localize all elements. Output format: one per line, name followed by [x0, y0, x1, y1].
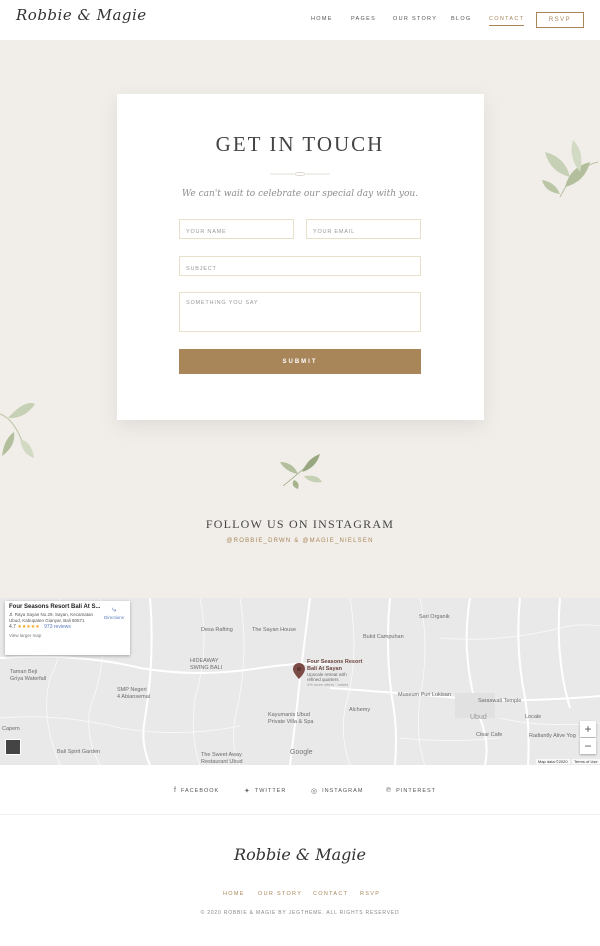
nav-pages[interactable]: PAGES	[351, 16, 376, 22]
map-label-hideaway-2: SWING BALI	[190, 665, 223, 671]
name-field[interactable]: YOUR NAME	[179, 219, 294, 239]
map-label-kayumanis-2: Private Villa & Spa	[268, 719, 314, 725]
map-label-bali-spirit: Bali Spirit Garden	[57, 749, 101, 755]
map-label-ubud: Ubud	[470, 714, 487, 721]
email-field[interactable]: YOUR EMAIL	[306, 219, 421, 239]
submit-button[interactable]: SUBMIT	[179, 349, 421, 374]
nav-our-story[interactable]: OUR STORY	[393, 16, 437, 22]
message-textarea[interactable]: SOMETHING YOU SAY	[179, 292, 421, 332]
map-satellite-toggle[interactable]	[5, 739, 21, 755]
map-label-capem: Capem	[2, 726, 20, 732]
pinterest-icon: ℗	[386, 787, 393, 794]
subject-field[interactable]: SUBJECT	[179, 256, 421, 276]
map-rating-row: 4.7 ★★★★★ 973 reviews	[9, 624, 126, 630]
map-label-sweet-away-1: The Sweet Away	[201, 752, 242, 758]
nav-blog[interactable]: BLOG	[451, 16, 471, 22]
social-pinterest-label: PINTEREST	[396, 787, 437, 794]
map-rating: 4.7	[9, 624, 16, 631]
copyright: © 2020 ROBBIE & MAGIE BY JEGTHEME. ALL R…	[200, 910, 400, 916]
map-reviews-link[interactable]: 973 reviews	[44, 624, 71, 630]
social-instagram-label: INSTAGRAM	[322, 788, 364, 794]
map-marker-sub-3: 4% more offers · hotels	[307, 682, 349, 687]
instagram-icon: ◎	[311, 788, 319, 795]
map-label-kayumanis-1: Kayumanis Ubud	[268, 712, 310, 718]
map-label-bukit-campuhan: Bukit Campuhan	[363, 634, 404, 640]
map-label-hideaway-1: HIDEAWAY	[190, 658, 219, 664]
social-pinterest[interactable]: ℗ PINTEREST	[386, 787, 436, 794]
map-label-clear-cafe: Clear Cafe	[476, 732, 503, 738]
leaf-ornament-icon	[280, 454, 322, 489]
directions-label: Directions	[103, 615, 124, 620]
google-logo: Google	[290, 749, 313, 756]
map-label-alchemy: Alchemy	[349, 707, 371, 713]
nav-contact[interactable]: CONTACT	[489, 16, 525, 26]
social-twitter-label: TWITTER	[254, 788, 287, 794]
map-label-sari-organik: Sari Organik	[419, 614, 450, 620]
view-larger-map-link[interactable]: View larger map	[9, 633, 126, 638]
facebook-icon: f	[174, 787, 177, 794]
contact-subtitle: We can't wait to celebrate our special d…	[181, 189, 419, 199]
footer-nav-home[interactable]: HOME	[223, 891, 245, 897]
directions-icon: ⤷	[111, 605, 117, 614]
site-logo[interactable]: Robbie & Magie	[16, 6, 147, 24]
map-label-taman-1: Taman Beji	[10, 669, 38, 675]
map-label-saraswati: Saraswati Temple	[478, 698, 522, 704]
zoom-out-button[interactable]: −	[580, 738, 596, 754]
footer-nav-our-story[interactable]: OUR STORY	[258, 891, 302, 897]
map-pin-icon[interactable]	[293, 663, 305, 679]
map-data-credit: Map data ©2020	[536, 759, 570, 764]
map-label-taman-2: Griya Waterfall	[10, 676, 47, 682]
map-label-smp-2: 4 Abiansemal	[117, 694, 151, 700]
social-twitter[interactable]: ✦ TWITTER	[244, 787, 286, 795]
footer-logo[interactable]: Robbie & Magie	[0, 845, 600, 864]
site-footer: Robbie & Magie HOME OUR STORY CONTACT RS…	[0, 815, 600, 946]
directions-button[interactable]: ⤷ Directions	[104, 605, 124, 620]
social-facebook[interactable]: f FACEBOOK	[174, 787, 219, 794]
social-bar: f FACEBOOK ✦ TWITTER ◎ INSTAGRAM ℗ PINTE…	[0, 765, 600, 815]
star-rating-icon: ★★★★★	[17, 624, 40, 631]
zoom-in-button[interactable]: +	[580, 721, 596, 737]
site-header: Robbie & Magie HOME PAGES OUR STORY BLOG…	[0, 0, 600, 40]
map-marker-title: Four Seasons Resort Bali At Sayan	[307, 659, 363, 672]
nav-home[interactable]: HOME	[311, 16, 333, 22]
map-label-locale: Locale	[525, 714, 542, 720]
map-label-radiantly: Radiantly Alive Yog	[529, 733, 576, 739]
leaf-decoration-left	[0, 402, 35, 458]
ornament-divider	[270, 172, 330, 176]
contact-title: GET IN TOUCH	[215, 132, 385, 156]
google-map[interactable]: Desa Rafting The Sayan House Sari Organi…	[0, 598, 600, 765]
map-label-puri-lukisan: Museum Puri Lukisan	[398, 692, 451, 698]
social-facebook-label: FACEBOOK	[180, 787, 220, 794]
footer-nav-rsvp[interactable]: RSVP	[360, 891, 380, 897]
twitter-icon: ✦	[244, 788, 251, 795]
map-label-sayan-house: The Sayan House	[252, 627, 297, 633]
social-instagram[interactable]: ◎ INSTAGRAM	[311, 787, 363, 795]
map-info-card: Four Seasons Resort Bali At S... Jl. Ray…	[5, 601, 130, 655]
instagram-handles[interactable]: @ROBBIE_DRWN & @MAGIE_NIELSEN	[0, 538, 600, 544]
map-label-desa-rafting: Desa Rafting	[201, 627, 233, 633]
footer-nav-contact[interactable]: CONTACT	[313, 891, 348, 897]
map-label-smp-1: SMP Negeri	[117, 687, 147, 693]
instagram-title: FOLLOW US ON INSTAGRAM	[205, 517, 395, 531]
map-address: Jl. Raya Sayan No.29, Sayan, Kecamatan U…	[9, 612, 94, 623]
map-terms-link[interactable]: Terms of Use	[572, 759, 600, 764]
rsvp-button[interactable]: RSVP	[536, 12, 584, 28]
